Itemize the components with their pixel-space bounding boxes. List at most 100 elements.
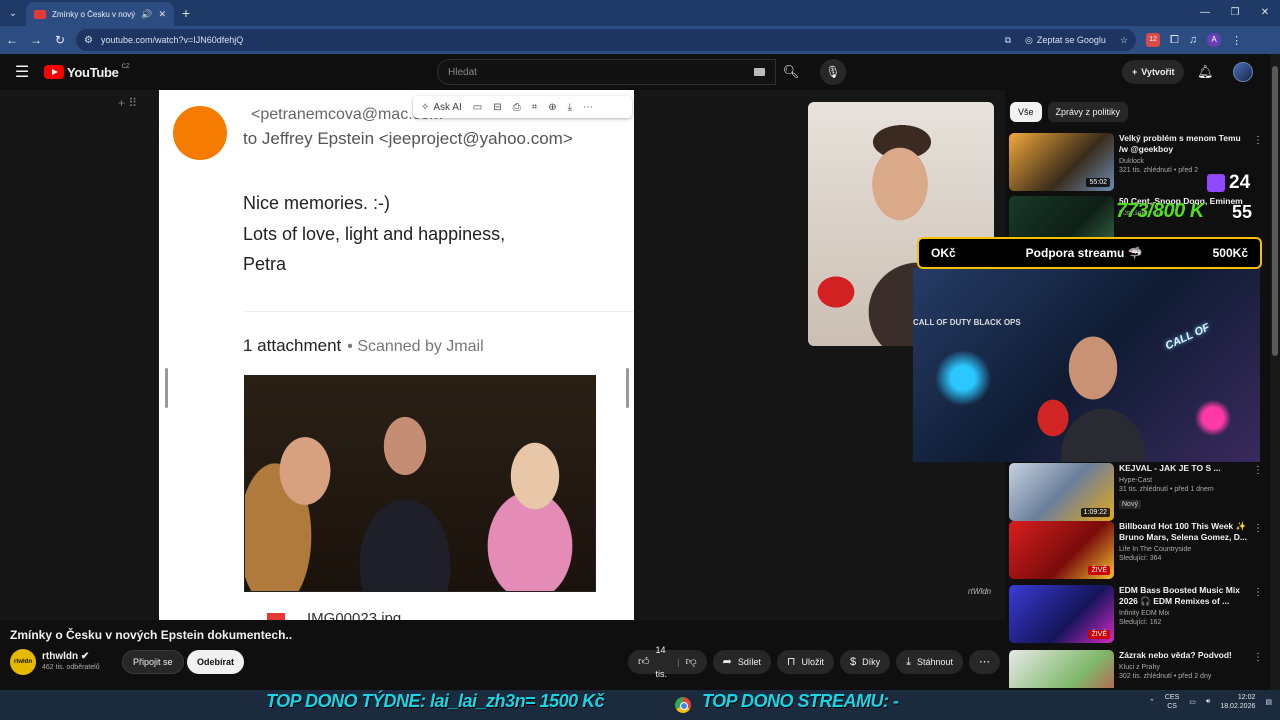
list-item[interactable]: Zázrak nebo věda? Podvod! Kluci z Prahy … <box>1009 650 1263 688</box>
more-actions-icon[interactable]: ⋮ <box>1253 135 1263 146</box>
video-meta: Zázrak nebo věda? Podvod! Kluci z Prahy … <box>1119 650 1251 680</box>
thanks-button[interactable]: $ Díky <box>839 650 891 674</box>
thumbs-up-icon: 👍︎ <box>638 656 650 668</box>
filter-chips: Vše Zprávy z politiky <box>1010 102 1129 122</box>
extension-badge[interactable]: 12 <box>1146 33 1160 47</box>
screen: ⌄ Zmínky o Česku v nových E 🔊 ✕ + — ❐ ✕ … <box>0 0 1280 720</box>
list-item[interactable]: ŽIVĚ EDM Bass Boosted Music Mix 2026 🎧 E… <box>1009 585 1263 643</box>
bookmark-star-icon[interactable]: ☆ <box>1120 35 1128 46</box>
more-icon: ⋯ <box>979 656 990 668</box>
user-avatar[interactable] <box>1233 62 1253 82</box>
media-control-icon[interactable]: ♫ <box>1189 34 1197 46</box>
chip-politics[interactable]: Zprávy z politiky <box>1047 102 1129 122</box>
video-thumbnail[interactable]: 1:09:22 <box>1009 463 1114 521</box>
clock[interactable]: 12:02 18.02.2026 <box>1220 693 1255 711</box>
channel-name[interactable]: Kluci z Prahy <box>1119 664 1251 671</box>
video-thumbnail[interactable]: 55:02 <box>1009 133 1114 191</box>
email-body-line: Nice memories. :-) <box>243 193 391 213</box>
extensions-puzzle-icon[interactable]: ⧠ <box>1170 34 1179 47</box>
email-to: to Jeffrey Epstein <jeeproject@yahoo.com… <box>243 129 573 148</box>
youtube-logo[interactable]: YouTube CZ <box>44 64 130 80</box>
youtube-play-icon <box>44 65 64 79</box>
search-placeholder: Hledat <box>448 66 477 78</box>
video-thumbnail[interactable]: ŽIVĚ <box>1009 585 1114 643</box>
page-scrollbar[interactable] <box>1270 54 1280 690</box>
chrome-icon[interactable] <box>675 697 691 713</box>
video-thumbnail[interactable]: ŽIVĚ <box>1009 521 1114 579</box>
tab-search-button[interactable]: ⌄ <box>0 0 26 26</box>
scrollbar-thumb[interactable] <box>1272 66 1278 356</box>
channel-name-main[interactable]: rthwldn ✔ <box>42 651 89 662</box>
subscribe-button[interactable]: Odebírat <box>187 650 245 674</box>
video-stats: Sledující: 364 <box>1119 555 1162 562</box>
top-donor-stream-banner: TOP DONO STREAMU: - <box>702 691 899 711</box>
channel-name[interactable]: Infinity EDM Mix <box>1119 610 1251 617</box>
video-title[interactable]: EDM Bass Boosted Music Mix 2026 🎧 EDM Re… <box>1119 585 1251 607</box>
tab-title: Zmínky o Česku v nových E <box>52 9 136 19</box>
video-thumbnail[interactable] <box>1009 650 1114 688</box>
minimize-button[interactable]: — <box>1190 0 1220 26</box>
video-title[interactable]: Billboard Hot 100 This Week ✨ Bruno Mars… <box>1119 521 1251 543</box>
country-code: CZ <box>121 64 130 70</box>
action-bar: 👍︎ 14 tis. | 👎︎ ➦ Sdílet ⊓ Uložit $ Díky ⤓ Stáh… <box>628 645 1000 679</box>
ask-google-button[interactable]: ◎ Zeptat se Googlu <box>1025 35 1106 46</box>
create-button[interactable]: + Vytvořit <box>1122 60 1185 84</box>
notifications-bell-icon[interactable]: 🔔︎ <box>1197 64 1214 80</box>
video-title[interactable]: KEJVAL - JAK JE TO S ... <box>1119 463 1251 474</box>
new-badge: Nový <box>1119 500 1141 509</box>
ask-ai-button: ✧ Ask AI <box>421 101 462 113</box>
save-button[interactable]: ⊓ Uložit <box>776 650 834 674</box>
browser-tab[interactable]: Zmínky o Česku v nových E 🔊 ✕ <box>26 2 174 26</box>
forward-button[interactable]: → <box>24 33 48 47</box>
install-icon[interactable]: ⧉ <box>1005 35 1011 46</box>
join-button[interactable]: Připojit se <box>122 650 184 674</box>
voice-search-button[interactable]: 🎙︎ <box>820 59 846 85</box>
sender-avatar <box>173 106 227 160</box>
channel-name[interactable]: Hype-Cast <box>1119 477 1251 484</box>
download-button[interactable]: ⤓ Stáhnout <box>896 650 963 674</box>
more-actions-icon[interactable]: ⋮ <box>1253 523 1263 534</box>
window-controls: — ❐ ✕ <box>1190 0 1280 26</box>
comment-icon: ▭ <box>472 101 483 113</box>
video-title[interactable]: Zázrak nebo věda? Podvod! <box>1119 650 1251 661</box>
support-label: Podpora streamu 🦈 <box>1025 246 1143 260</box>
site-info-icon[interactable]: ⚙ <box>84 35 93 46</box>
more-actions-icon[interactable]: ⋮ <box>1253 465 1263 476</box>
url-field[interactable]: ⚙ youtube.com/watch?v=IJN60dfehjQ ⧉ ◎ Zep… <box>76 29 1136 51</box>
volume-icon[interactable]: 🔊︎ <box>1206 698 1210 706</box>
list-item[interactable]: 1:09:22 KEJVAL - JAK JE TO S ... Hype-Ca… <box>1009 463 1263 521</box>
maximize-button[interactable]: ❐ <box>1220 0 1250 26</box>
search-input[interactable]: Hledat <box>437 59 776 85</box>
channel-name[interactable]: Duklock <box>1119 158 1251 165</box>
network-icon[interactable]: ▭ <box>1189 698 1196 706</box>
guide-menu-icon[interactable]: ☰ <box>0 62 44 82</box>
close-window-button[interactable]: ✕ <box>1250 0 1280 26</box>
windows-taskbar <box>0 690 1280 720</box>
more-actions-icon[interactable]: ⋮ <box>1253 652 1263 663</box>
profile-avatar[interactable]: A <box>1207 33 1222 47</box>
top-donor-week-banner: TOP DONO TÝDNE: lai_lai_zh3n= 1500 Kč <box>266 691 605 711</box>
like-button[interactable]: 👍︎ 14 tis. | 👎︎ <box>628 645 707 679</box>
new-tab-button[interactable]: + <box>174 5 198 21</box>
notification-icon[interactable]: ▤ <box>1265 698 1272 706</box>
chevron-up-icon[interactable]: ⌃ <box>1149 698 1155 706</box>
list-item[interactable]: ŽIVĚ Billboard Hot 100 This Week ✨ Bruno… <box>1009 521 1263 579</box>
language-indicator[interactable]: CES CS <box>1165 693 1179 711</box>
channel-name[interactable]: Life In The Countryside <box>1119 546 1251 553</box>
reload-button[interactable]: ↻ <box>48 33 72 47</box>
chip-all[interactable]: Vše <box>1010 102 1042 122</box>
print-icon: ⎙ <box>512 101 521 113</box>
close-tab-icon[interactable]: ✕ <box>158 9 166 20</box>
share-button[interactable]: ➦ Sdílet <box>712 650 771 674</box>
channel-avatar[interactable]: rtwldn <box>10 649 36 675</box>
goal-count: 55 <box>1232 202 1253 222</box>
more-actions-icon[interactable]: ⋮ <box>1253 587 1263 598</box>
speaker-icon[interactable]: 🔊 <box>141 9 152 20</box>
fit-icon: ⊟ <box>493 101 502 113</box>
search-button[interactable]: 🔍︎ <box>776 59 806 85</box>
back-button[interactable]: ← <box>0 33 24 47</box>
video-title[interactable]: Velký problém s menom Temu /w @geekboy <box>1119 133 1251 155</box>
browser-menu-icon[interactable]: ⋮ <box>1231 34 1242 47</box>
keyboard-icon[interactable] <box>754 68 765 76</box>
more-button[interactable]: ⋯ <box>969 650 1000 674</box>
